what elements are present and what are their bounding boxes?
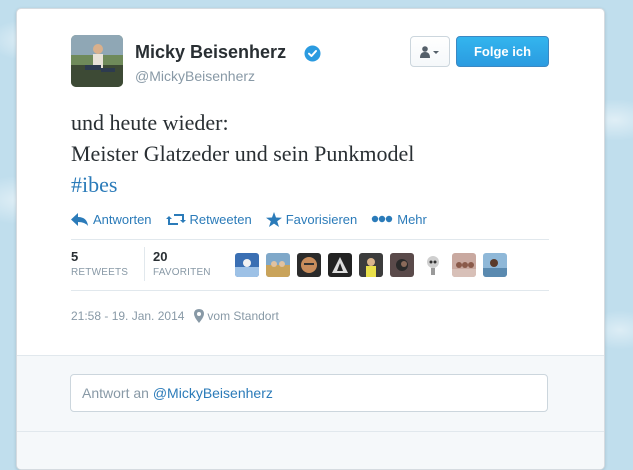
favorite-button[interactable]: Favorisieren: [265, 211, 358, 227]
tweet-text: und heute wieder: Meister Glatzeder und …: [71, 107, 551, 200]
favoriter-avatar[interactable]: [266, 253, 290, 277]
favoriter-avatar[interactable]: [235, 253, 259, 277]
reply-prefix: Antwort an: [82, 385, 153, 401]
reply-section: Antwort an @MickyBeisenherz: [17, 355, 604, 469]
retweet-button[interactable]: Retweeten: [165, 211, 252, 227]
map-pin-icon: [194, 309, 205, 323]
reply-label: Antworten: [93, 211, 152, 227]
favoriter-avatar[interactable]: [452, 253, 476, 277]
favoriter-avatar[interactable]: [390, 253, 414, 277]
favorite-label: Favorisieren: [285, 211, 358, 227]
more-dots-icon: [372, 215, 393, 223]
more-label: Mehr: [397, 211, 427, 227]
user-actions-button[interactable]: [410, 36, 450, 67]
location-label[interactable]: vom Standort: [207, 309, 278, 323]
favorites-stat[interactable]: 20 FAVORITEN: [153, 249, 211, 278]
retweet-icon: [165, 213, 186, 225]
display-name[interactable]: Micky Beisenherz: [135, 42, 286, 63]
reply-button[interactable]: Antworten: [71, 212, 152, 227]
retweets-count: 5: [71, 249, 79, 264]
user-handle[interactable]: @MickyBeisenherz: [135, 68, 255, 84]
retweet-label: Retweeten: [189, 211, 252, 227]
favoriter-avatar[interactable]: [483, 253, 507, 277]
favoriter-avatar[interactable]: [297, 253, 321, 277]
follow-button[interactable]: Folge ich: [456, 36, 549, 67]
verified-badge-icon: [304, 45, 321, 62]
reply-arrow-icon: [71, 212, 88, 226]
star-icon: [265, 211, 282, 227]
stat-separator: [144, 247, 145, 281]
tweet-line: Meister Glatzeder und sein Punkmodel: [71, 141, 415, 166]
divider: [71, 239, 549, 240]
favoriter-avatar[interactable]: [421, 253, 445, 277]
favoriter-avatar[interactable]: [359, 253, 383, 277]
favorites-count: 20: [153, 249, 168, 264]
tweet-meta: 21:58 - 19. Jan. 2014 vom Standort: [71, 309, 279, 323]
person-dropdown-icon: [420, 45, 439, 58]
tweet-line: und heute wieder:: [71, 110, 229, 135]
retweets-stat[interactable]: 5 RETWEETS: [71, 249, 128, 278]
retweets-label: RETWEETS: [71, 267, 129, 278]
divider: [71, 290, 549, 291]
avatar[interactable]: [71, 35, 123, 87]
timestamp[interactable]: 21:58 - 19. Jan. 2014: [71, 309, 184, 323]
favorites-label: FAVORITEN: [153, 267, 211, 278]
more-button[interactable]: Mehr: [371, 212, 427, 227]
favoriter-avatar[interactable]: [328, 253, 352, 277]
divider: [17, 431, 604, 432]
tweet-card: Micky Beisenherz @MickyBeisenherz Folge …: [16, 8, 605, 470]
reply-input[interactable]: Antwort an @MickyBeisenherz: [70, 374, 548, 412]
tweet-actions: Antworten Retweeten Favorisieren Mehr: [71, 209, 441, 229]
reply-mention: @MickyBeisenherz: [152, 385, 273, 401]
hashtag-link[interactable]: #ibes: [71, 169, 551, 200]
favorited-by-avatars: [235, 253, 514, 277]
